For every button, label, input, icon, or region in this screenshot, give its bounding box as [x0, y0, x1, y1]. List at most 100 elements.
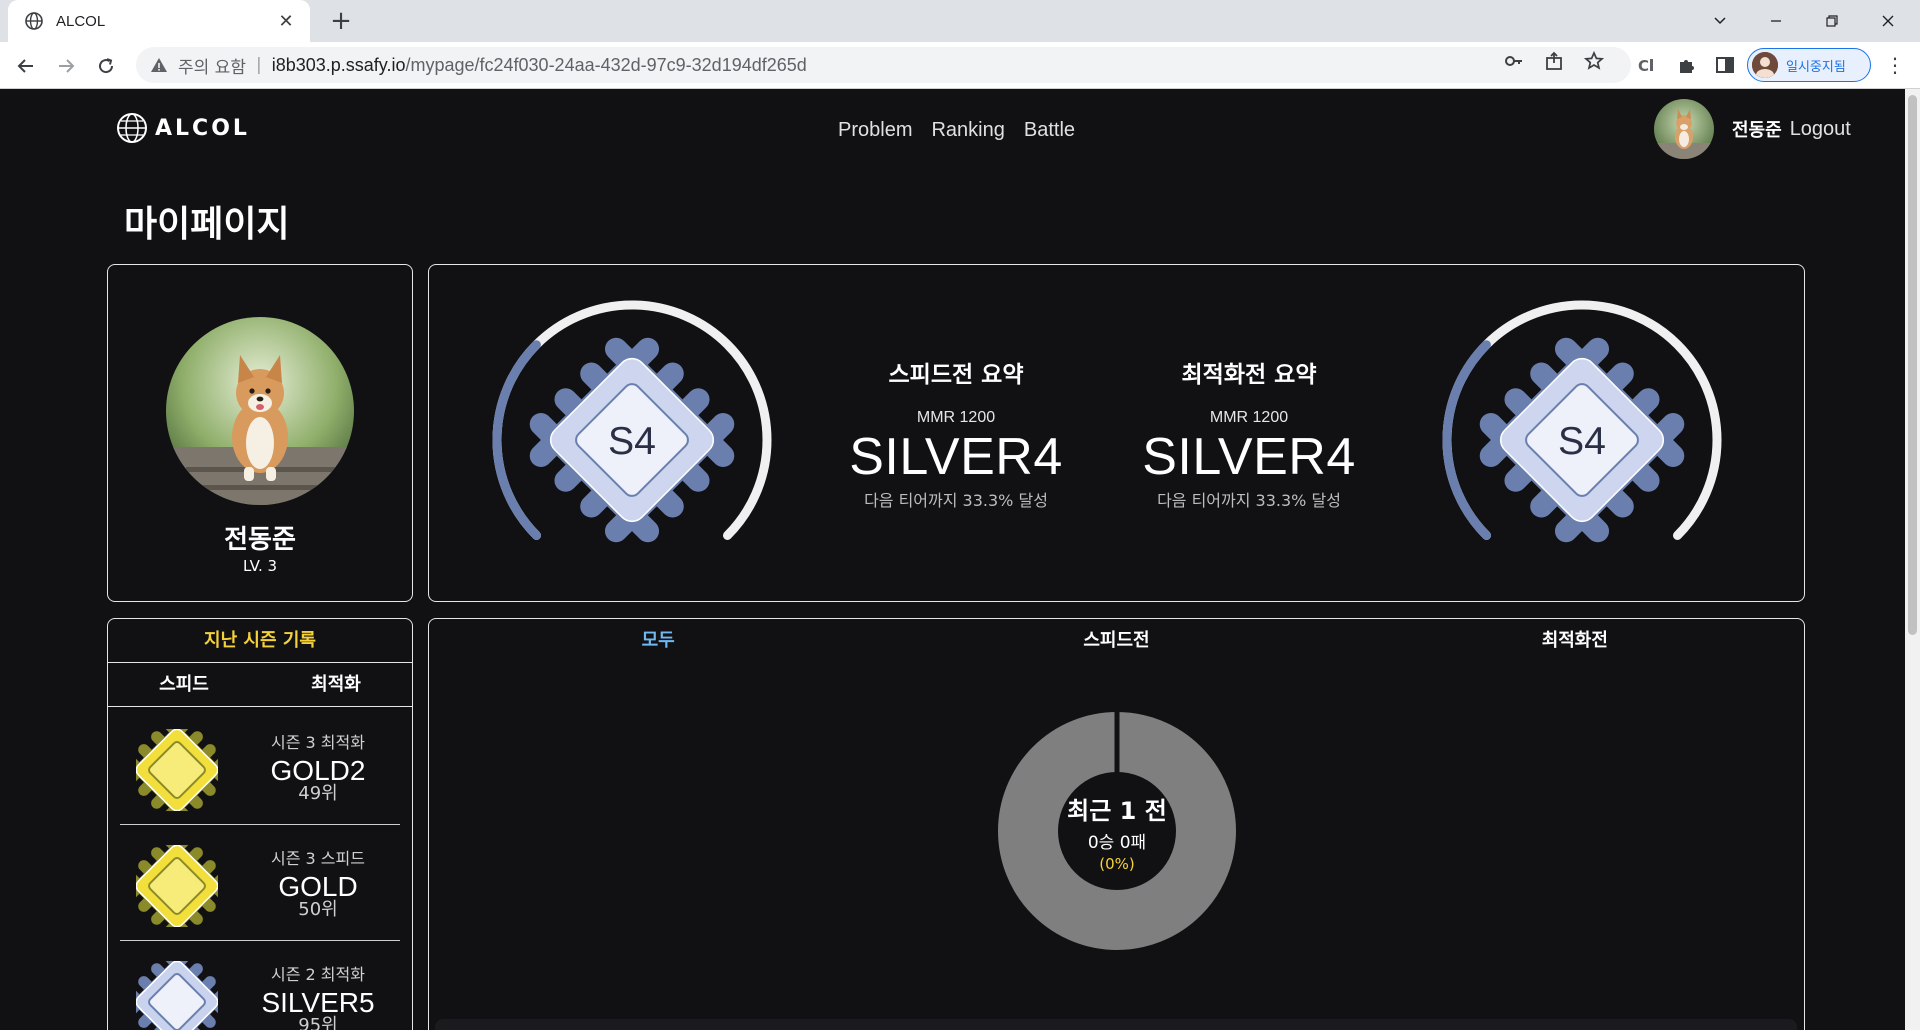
logo-text: ALCOL: [155, 115, 250, 141]
season-record-rank: 49위: [298, 783, 338, 805]
url-separator: |: [255, 55, 262, 75]
security-warning: 주의 요함: [178, 57, 246, 78]
season-tab-speed[interactable]: 스피드: [108, 663, 260, 706]
profile-button[interactable]: 일시중지됨: [1747, 48, 1871, 82]
gold-tier-icon: [136, 845, 218, 927]
arrow-left-icon: [17, 59, 33, 73]
close-window-button[interactable]: [1860, 0, 1916, 42]
stats-tabs: 모두 스피드전 최적화전: [429, 619, 1804, 663]
season-record-tier: GOLD2: [270, 755, 366, 786]
tier-badge: [136, 845, 218, 927]
warning-icon: [151, 58, 167, 72]
season-record-info: 시즌 3 스피드 GOLD 50위: [238, 845, 398, 919]
restore-button[interactable]: [1804, 0, 1860, 42]
stats-tab-optimization[interactable]: 최적화전: [1346, 619, 1804, 663]
tier-badge: [136, 961, 218, 1030]
season-record-label: 시즌 3 최적화: [271, 733, 365, 752]
speed-tier-gauge: S4: [492, 300, 772, 543]
speed-summary-title: 스피드전 요약: [888, 362, 1024, 388]
optimization-summary: 최적화전 요약 MMR 1200 SILVER4 다음 티어까지 33.3% 달…: [1119, 355, 1379, 511]
gold-tier-icon: [136, 729, 218, 811]
optimization-tier: SILVER4: [1142, 428, 1356, 486]
optimization-tier-gauge: S4: [1442, 300, 1722, 543]
browser-menu-icon[interactable]: ⋮: [1884, 54, 1906, 76]
user-menu: 전동준 Logout: [1654, 99, 1851, 159]
browser-toolbar: 주의 요함 | i8b303.p.ssafy.io/mypage/fc24f03…: [0, 42, 1920, 89]
profile-status: 일시중지됨: [1786, 59, 1846, 75]
site-logo[interactable]: ALCOL: [115, 111, 250, 145]
season-records-title: 지난 시즌 기록: [108, 619, 412, 663]
logout-link[interactable]: Logout: [1790, 118, 1851, 141]
profile-name: 전동준: [224, 525, 296, 555]
profile-card: 전동준 LV. 3: [107, 264, 413, 602]
battle-history-table-header: [435, 1019, 1797, 1030]
season-record-label: 시즌 2 최적화: [271, 965, 365, 984]
profile-photo: [166, 317, 354, 505]
season-record-tier: GOLD: [278, 871, 358, 902]
win-rate: (0%): [1099, 855, 1135, 873]
user-avatar[interactable]: [1654, 99, 1714, 159]
season-record-row: 시즌 3 최적화 GOLD2 49위: [120, 709, 400, 825]
battle-stats-card: 모두 스피드전 최적화전 최근 1 전 0승 0패 (0%): [428, 618, 1805, 1030]
nav-battle[interactable]: Battle: [1024, 119, 1075, 142]
summary-card: S4 스피드전 요약 MMR 1200 SILVER4 다음 티어까지 33.3…: [428, 264, 1805, 602]
reload-button[interactable]: [90, 50, 122, 82]
page-scrollbar[interactable]: [1905, 89, 1920, 1030]
key-icon[interactable]: [1503, 50, 1525, 72]
season-record-label: 시즌 3 스피드: [271, 849, 365, 868]
donut-center: 최근 1 전 0승 0패 (0%): [1057, 771, 1177, 891]
url-text: i8b303.p.ssafy.io/mypage/fc24f030-24aa-4…: [272, 55, 807, 76]
season-record-rank: 50위: [298, 899, 338, 921]
page-title: 마이페이지: [124, 204, 290, 245]
season-tab-optimization[interactable]: 최적화: [260, 663, 412, 706]
tier-badge: [136, 729, 218, 811]
extensions-puzzle-icon[interactable]: [1675, 54, 1697, 76]
profile-level: LV. 3: [242, 557, 278, 575]
stats-tab-all[interactable]: 모두: [429, 619, 887, 663]
minimize-icon: [1771, 20, 1781, 22]
speed-tier: SILVER4: [849, 428, 1063, 486]
season-records-card: 지난 시즌 기록 스피드 최적화 시즌 3 최적화 GOLD2 49위 시즌 3…: [107, 618, 413, 1030]
share-icon[interactable]: [1543, 50, 1565, 72]
gauge-fill: [1442, 340, 1492, 540]
optimization-summary-title: 최적화전 요약: [1181, 362, 1317, 388]
silver-tier-icon: [136, 961, 218, 1030]
back-button[interactable]: [10, 50, 42, 82]
arrow-right-icon: [59, 59, 75, 73]
recent-games-title: 최근 1 전: [1067, 797, 1167, 825]
tab-title: ALCOL: [56, 12, 106, 30]
new-tab-button[interactable]: +: [326, 7, 356, 37]
season-record-row: 시즌 2 최적화 SILVER5 95위: [120, 941, 400, 1030]
url-path: /mypage/fc24f030-24aa-432d-97c9-32d194df…: [405, 54, 807, 75]
reload-icon: [99, 58, 114, 74]
scrollbar-thumb[interactable]: [1908, 95, 1917, 635]
stats-tab-speed[interactable]: 스피드전: [887, 619, 1345, 663]
globe-icon: [25, 12, 43, 30]
forward-button[interactable]: [50, 50, 82, 82]
url-host: i8b303.p.ssafy.io: [271, 54, 406, 75]
optimization-mmr: MMR 1200: [1209, 409, 1289, 426]
nav-ranking[interactable]: Ranking: [931, 119, 1004, 142]
season-record-info: 시즌 3 최적화 GOLD2 49위: [238, 729, 398, 803]
speed-mmr: MMR 1200: [916, 409, 996, 426]
badge-label: S4: [608, 420, 656, 463]
close-icon: [1882, 15, 1894, 27]
side-panel-icon[interactable]: [1714, 54, 1736, 76]
season-tabs: 스피드 최적화: [108, 663, 412, 707]
address-bar[interactable]: 주의 요함 | i8b303.p.ssafy.io/mypage/fc24f03…: [136, 47, 1631, 83]
main-nav: Problem Ranking Battle: [838, 119, 1075, 142]
minimize-button[interactable]: [1748, 0, 1804, 42]
season-record-rank: 95위: [298, 1015, 338, 1030]
chevron-down-icon: [1714, 17, 1726, 25]
extension-cs-icon[interactable]: C: [1636, 54, 1658, 76]
logo-globe-icon: [117, 113, 147, 143]
gauge-fill: [492, 340, 542, 540]
nav-problem[interactable]: Problem: [838, 119, 912, 142]
badge-label: S4: [1558, 420, 1606, 463]
season-record-row: 시즌 3 스피드 GOLD 50위: [120, 825, 400, 941]
speed-summary: 스피드전 요약 MMR 1200 SILVER4 다음 티어까지 33.3% 달…: [826, 355, 1086, 511]
bookmark-star-icon[interactable]: [1583, 50, 1605, 72]
browser-tab[interactable]: ALCOL ✕: [8, 0, 310, 42]
tab-search-button[interactable]: [1692, 0, 1748, 42]
close-tab-icon[interactable]: ✕: [276, 11, 296, 32]
